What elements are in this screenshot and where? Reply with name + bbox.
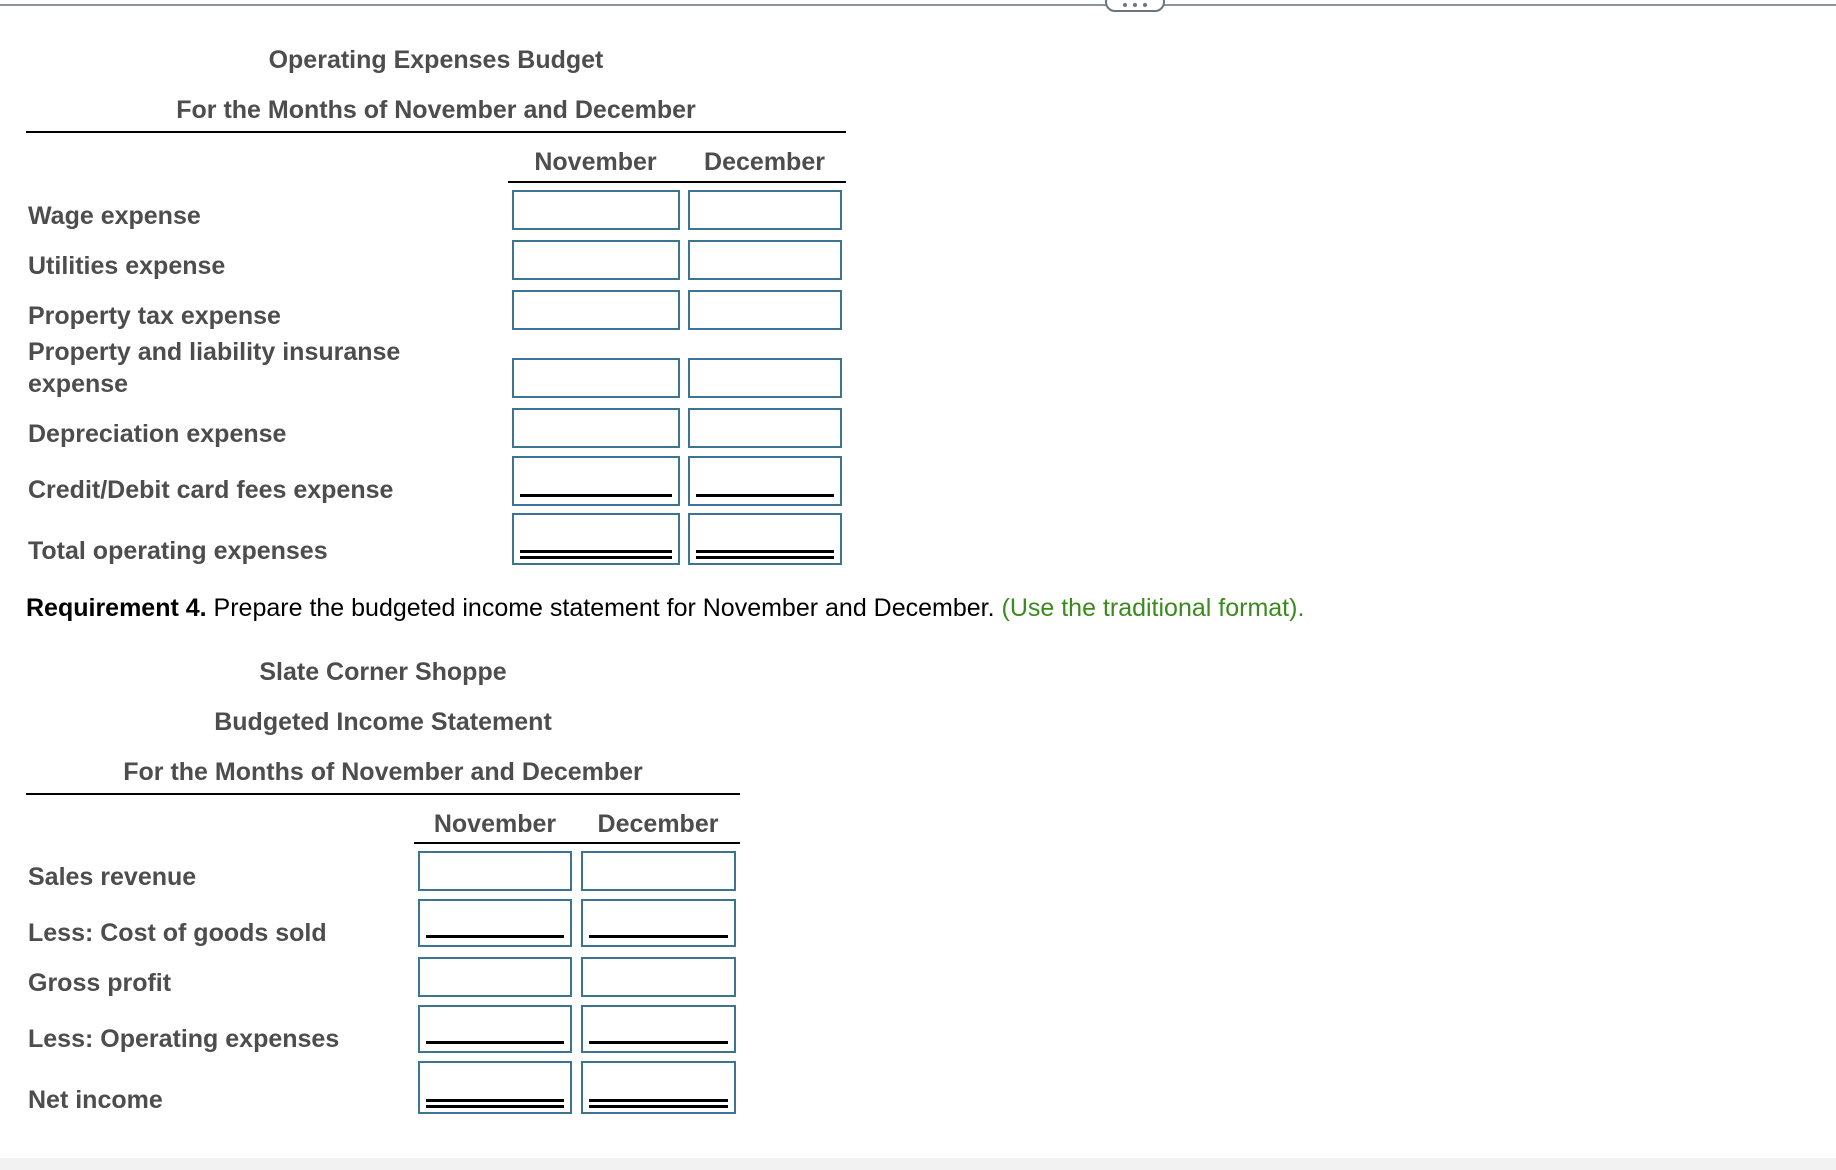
- row-label-gross-profit: Gross profit: [28, 969, 172, 997]
- property-tax-expense-december-input[interactable]: [688, 290, 842, 330]
- row-label-depreciation-expense: Depreciation expense: [28, 420, 287, 448]
- insurance-expense-december-input[interactable]: [688, 358, 842, 398]
- row-label-total-operating-expenses: Total operating expenses: [28, 537, 328, 565]
- statement-title-rule: [26, 793, 740, 795]
- double-underline-top: [589, 1099, 728, 1102]
- column-header-rule: [508, 181, 846, 183]
- single-underline: [696, 494, 834, 497]
- column-header-december: December: [704, 148, 825, 176]
- more-horizontal-icon: [1143, 3, 1147, 7]
- more-options-button[interactable]: [1105, 0, 1165, 12]
- double-underline-bottom: [426, 1105, 564, 1108]
- is-column-header-december: December: [597, 810, 719, 838]
- company-name: Slate Corner Shoppe: [259, 658, 507, 686]
- footer-band: [0, 1158, 1836, 1170]
- sales-revenue-november-input[interactable]: [418, 851, 572, 891]
- double-underline-bottom: [696, 556, 834, 559]
- row-label-operating-expenses: Less: Operating expenses: [28, 1025, 340, 1053]
- requirement-hint: (Use the traditional format).: [1001, 594, 1305, 622]
- utilities-expense-december-input[interactable]: [688, 240, 842, 280]
- row-label-property-liability-insurance-line2: expense: [28, 370, 129, 398]
- gross-profit-december-input[interactable]: [581, 957, 736, 997]
- net-income-november-input[interactable]: [418, 1061, 572, 1114]
- wage-expense-december-input[interactable]: [688, 190, 842, 230]
- title-rule: [26, 131, 846, 133]
- row-label-property-tax-expense: Property tax expense: [28, 302, 281, 330]
- row-label-wage-expense: Wage expense: [28, 202, 201, 230]
- cogs-november-input[interactable]: [418, 899, 572, 947]
- requirement-label: Requirement 4.: [26, 594, 207, 622]
- double-underline-bottom: [589, 1105, 728, 1108]
- property-tax-expense-november-input[interactable]: [512, 290, 680, 330]
- budget-title: Operating Expenses Budget: [268, 46, 604, 74]
- total-operating-expenses-december-input[interactable]: [688, 513, 842, 565]
- double-underline-top: [520, 550, 672, 553]
- gross-profit-november-input[interactable]: [418, 957, 572, 997]
- section-divider: [0, 4, 1836, 6]
- double-underline-top: [426, 1099, 564, 1102]
- more-horizontal-icon: [1133, 3, 1137, 7]
- operating-expenses-november-input[interactable]: [418, 1005, 572, 1053]
- statement-subtitle: For the Months of November and December: [123, 758, 643, 786]
- card-fees-expense-december-input[interactable]: [688, 456, 842, 506]
- utilities-expense-november-input[interactable]: [512, 240, 680, 280]
- net-income-december-input[interactable]: [581, 1061, 736, 1114]
- total-operating-expenses-november-input[interactable]: [512, 513, 680, 565]
- statement-title: Budgeted Income Statement: [214, 708, 552, 736]
- requirement-instruction: Requirement 4. Prepare the budgeted inco…: [26, 594, 1304, 623]
- single-underline: [426, 1041, 564, 1044]
- single-underline: [589, 1041, 728, 1044]
- single-underline: [520, 494, 672, 497]
- row-label-card-fees-expense: Credit/Debit card fees expense: [28, 476, 394, 504]
- insurance-expense-november-input[interactable]: [512, 358, 680, 398]
- requirement-text: Prepare the budgeted income statement fo…: [206, 594, 1002, 622]
- card-fees-expense-november-input[interactable]: [512, 456, 680, 506]
- row-label-utilities-expense: Utilities expense: [28, 252, 226, 280]
- more-horizontal-icon: [1123, 3, 1127, 7]
- is-column-header-november: November: [433, 810, 557, 838]
- row-label-net-income: Net income: [28, 1086, 163, 1114]
- single-underline: [589, 935, 728, 938]
- row-label-sales-revenue: Sales revenue: [28, 863, 197, 891]
- depreciation-expense-december-input[interactable]: [688, 408, 842, 448]
- wage-expense-november-input[interactable]: [512, 190, 680, 230]
- double-underline-bottom: [520, 556, 672, 559]
- column-header-november: November: [534, 148, 657, 176]
- depreciation-expense-november-input[interactable]: [512, 408, 680, 448]
- row-label-property-liability-insurance-line1: Property and liability insuranse: [28, 338, 401, 366]
- double-underline-top: [696, 550, 834, 553]
- budget-subtitle: For the Months of November and December: [176, 96, 696, 124]
- operating-expenses-december-input[interactable]: [581, 1005, 736, 1053]
- is-column-header-rule: [414, 842, 740, 844]
- cogs-december-input[interactable]: [581, 899, 736, 947]
- sales-revenue-december-input[interactable]: [581, 851, 736, 891]
- row-label-cost-of-goods-sold: Less: Cost of goods sold: [28, 919, 327, 947]
- single-underline: [426, 935, 564, 938]
